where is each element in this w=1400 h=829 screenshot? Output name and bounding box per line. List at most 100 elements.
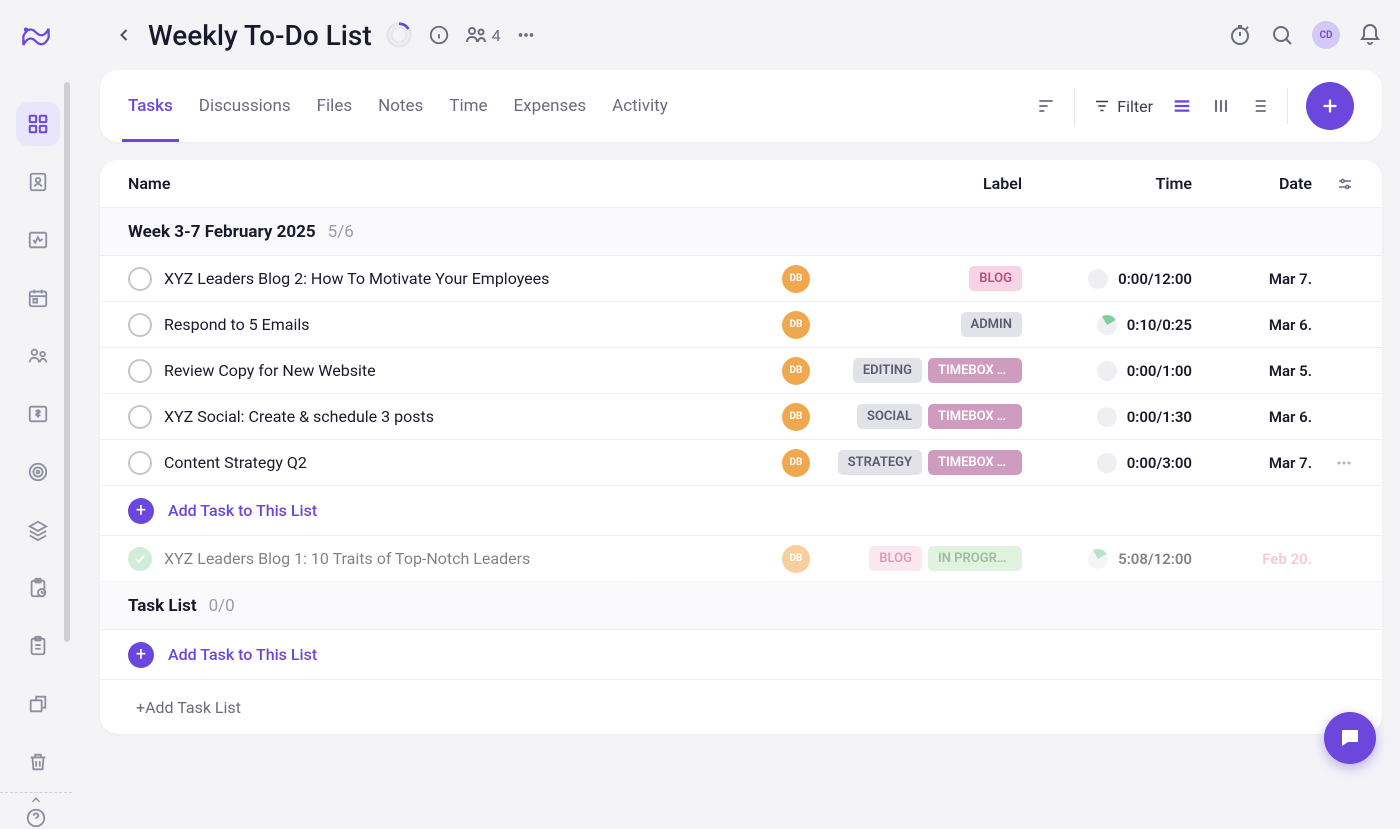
sidebar-collapse-icon[interactable]: [0, 792, 72, 807]
people-count: 4: [492, 26, 501, 45]
row-more-icon[interactable]: [1312, 453, 1354, 473]
task-row[interactable]: XYZ Leaders Blog 2: How To Motivate Your…: [100, 256, 1382, 302]
group-title: Week 3-7 February 2025: [128, 222, 316, 242]
tab-expenses[interactable]: Expenses: [514, 70, 587, 142]
assignee-avatar[interactable]: DB: [782, 449, 810, 477]
add-button[interactable]: [1306, 82, 1354, 130]
label-tag[interactable]: ADMIN: [961, 312, 1022, 337]
task-checkbox[interactable]: [128, 405, 152, 429]
tab-activity[interactable]: Activity: [612, 70, 668, 142]
compact-view-icon[interactable]: [1249, 96, 1269, 116]
people-icon[interactable]: 4: [464, 23, 501, 47]
task-row[interactable]: XYZ Leaders Blog 1: 10 Traits of Top-Not…: [100, 536, 1382, 582]
task-checkbox[interactable]: [128, 547, 152, 571]
sidebar-team-icon[interactable]: [16, 334, 60, 378]
label-tag[interactable]: EDITING: [853, 358, 922, 383]
group-title: Task List: [128, 596, 197, 616]
sidebar-scrollbar[interactable]: [64, 82, 70, 642]
assignee-avatar[interactable]: DB: [782, 357, 810, 385]
sidebar-money-icon[interactable]: [16, 392, 60, 436]
sidebar-layers-icon[interactable]: [16, 508, 60, 552]
task-checkbox[interactable]: [128, 267, 152, 291]
task-name: Review Copy for New Website: [164, 361, 782, 380]
sidebar-trash-icon[interactable]: [16, 740, 60, 784]
label-tag[interactable]: BLOG: [969, 266, 1022, 291]
info-icon[interactable]: [428, 24, 450, 46]
date-cell[interactable]: Mar 7.: [1192, 270, 1312, 288]
app-logo[interactable]: [18, 18, 54, 54]
search-icon[interactable]: [1270, 23, 1294, 47]
column-view-icon[interactable]: [1211, 96, 1231, 116]
task-row[interactable]: Respond to 5 EmailsDBADMIN0:10/0:25Mar 6…: [100, 302, 1382, 348]
sidebar-grid-icon[interactable]: [16, 102, 60, 146]
time-cell[interactable]: 5:08/12:00: [1022, 549, 1192, 569]
progress-ring-icon[interactable]: [384, 20, 414, 50]
tab-discussions[interactable]: Discussions: [199, 70, 291, 142]
add-task-label[interactable]: Add Task to This List: [168, 645, 317, 664]
chat-fab[interactable]: [1324, 712, 1376, 764]
time-ring-icon: [1097, 315, 1117, 335]
sort-icon[interactable]: [1036, 96, 1056, 116]
task-row[interactable]: Review Copy for New WebsiteDB EDITINGTIME…: [100, 348, 1382, 394]
labels: ADMIN: [822, 312, 1022, 337]
date-cell[interactable]: Mar 7.: [1192, 454, 1312, 472]
more-icon[interactable]: [515, 24, 537, 46]
sidebar-clipboard-icon[interactable]: [16, 624, 60, 668]
tab-time[interactable]: Time: [449, 70, 487, 142]
bell-icon[interactable]: [1358, 23, 1382, 47]
assignee-avatar[interactable]: DB: [782, 403, 810, 431]
labels: STRATEGYTIMEBOX T…: [822, 450, 1022, 475]
sidebar-help-icon[interactable]: [14, 807, 58, 829]
topbar: Weekly To-Do List 4 CD: [100, 0, 1400, 70]
stopwatch-icon[interactable]: [1228, 23, 1252, 47]
assignee-avatar[interactable]: DB: [782, 311, 810, 339]
list-view-icon[interactable]: [1171, 95, 1193, 117]
col-date: Date: [1192, 174, 1312, 193]
label-tag[interactable]: IN PROGRE…: [928, 546, 1022, 571]
label-tag[interactable]: STRATEGY: [838, 450, 922, 475]
avatar[interactable]: CD: [1312, 21, 1340, 49]
sidebar-activity-icon[interactable]: [16, 218, 60, 262]
assignee-avatar[interactable]: DB: [782, 545, 810, 573]
tab-tasks[interactable]: Tasks: [128, 70, 173, 142]
task-checkbox[interactable]: [128, 451, 152, 475]
tab-files[interactable]: Files: [317, 70, 352, 142]
date-cell[interactable]: Mar 6.: [1192, 408, 1312, 426]
label-tag[interactable]: TIMEBOX T…: [928, 404, 1022, 429]
sidebar-export-icon[interactable]: [16, 682, 60, 726]
tab-notes[interactable]: Notes: [378, 70, 423, 142]
col-label: Label: [822, 174, 1022, 193]
time-cell[interactable]: 0:00/12:00: [1022, 269, 1192, 289]
task-row[interactable]: Content Strategy Q2DBSTRATEGYTIMEBOX T…0…: [100, 440, 1382, 486]
sidebar: [0, 0, 72, 788]
label-tag[interactable]: BLOG: [869, 546, 922, 571]
assignee-avatar[interactable]: DB: [782, 265, 810, 293]
group-header[interactable]: Week 3-7 February 20255/6: [100, 208, 1382, 256]
group-header[interactable]: Task List0/0: [100, 582, 1382, 630]
time-cell[interactable]: 0:00/3:00: [1022, 453, 1192, 473]
sidebar-target-icon[interactable]: [16, 450, 60, 494]
task-checkbox[interactable]: [128, 359, 152, 383]
add-task-button[interactable]: +: [128, 498, 154, 524]
sidebar-calendar-icon[interactable]: [16, 276, 60, 320]
date-cell[interactable]: Feb 20.: [1192, 550, 1312, 568]
sidebar-clipboard-time-icon[interactable]: [16, 566, 60, 610]
column-settings-icon[interactable]: [1312, 175, 1354, 193]
add-task-label[interactable]: Add Task to This List: [168, 501, 317, 520]
task-checkbox[interactable]: [128, 313, 152, 337]
sidebar-person-icon[interactable]: [16, 160, 60, 204]
add-task-button[interactable]: +: [128, 642, 154, 668]
time-cell[interactable]: 0:00/1:00: [1022, 361, 1192, 381]
date-cell[interactable]: Mar 5.: [1192, 362, 1312, 380]
back-button[interactable]: [108, 19, 140, 51]
label-tag[interactable]: TIMEBOX T…: [928, 450, 1022, 475]
date-cell[interactable]: Mar 6.: [1192, 316, 1312, 334]
label-tag[interactable]: SOCIAL: [857, 404, 922, 429]
time-cell[interactable]: 0:00/1:30: [1022, 407, 1192, 427]
task-row[interactable]: XYZ Social: Create & schedule 3 postsDBS…: [100, 394, 1382, 440]
add-task-list-button[interactable]: +Add Task List: [100, 680, 1382, 734]
time-ring-icon: [1097, 407, 1117, 427]
filter-button[interactable]: Filter: [1093, 97, 1153, 116]
time-cell[interactable]: 0:10/0:25: [1022, 315, 1192, 335]
label-tag[interactable]: TIMEBOX T…: [928, 358, 1022, 383]
